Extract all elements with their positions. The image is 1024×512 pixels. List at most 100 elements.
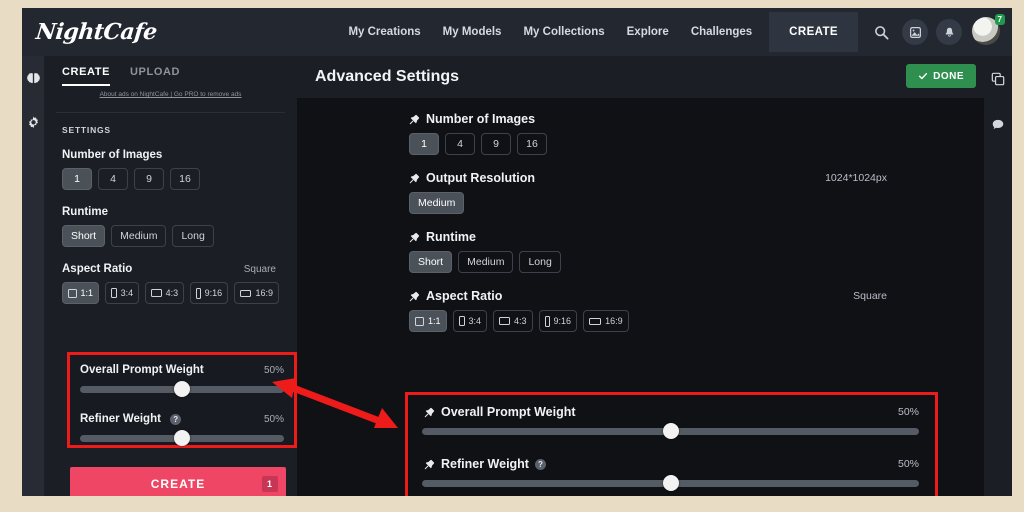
pin-icon[interactable] — [422, 459, 436, 470]
search-icon[interactable] — [868, 19, 894, 45]
main-runtime-header: Runtime — [407, 230, 887, 244]
sidebar-overall-prompt-weight-slider[interactable] — [80, 381, 284, 397]
nightcafe-logo[interactable]: NightCafe — [35, 19, 158, 45]
main-runtime-option-medium[interactable]: Medium — [458, 251, 514, 273]
top-nav-links: My Creations My Models My Collections Ex… — [337, 8, 1012, 56]
sidebar-images-option-4[interactable]: 4 — [98, 168, 128, 190]
main-overall-prompt-weight-slider[interactable] — [422, 423, 919, 439]
tab-create[interactable]: CREATE — [62, 66, 111, 86]
main-aspect-ratio-group: Aspect Ratio Square 1:1 3:4 4:3 9:16 16:… — [407, 289, 887, 332]
check-icon — [918, 72, 928, 80]
sidebar-ar-option-3-4[interactable]: 3:4 — [105, 282, 140, 304]
sidebar-runtime-option-long[interactable]: Long — [172, 225, 214, 247]
sidebar-refiner-weight-slider[interactable] — [80, 430, 284, 446]
bell-icon[interactable] — [936, 19, 962, 45]
sidebar-refiner-weight-title: Refiner Weight — [80, 413, 161, 425]
nav-link-my-collections[interactable]: My Collections — [512, 8, 615, 56]
screenshot-root: NightCafe My Creations My Models My Coll… — [0, 0, 1024, 512]
tall-ratio-icon — [544, 315, 550, 327]
slider-thumb[interactable] — [174, 381, 190, 397]
help-icon[interactable]: ? — [534, 458, 546, 470]
sidebar-ar-label-1-1: 1:1 — [80, 288, 94, 298]
sidebar-ar-option-9-16[interactable]: 9:16 — [190, 282, 229, 304]
main-resolution-option-medium[interactable]: Medium — [409, 192, 465, 214]
sidebar-runtime-options: Short Medium Long — [62, 225, 279, 247]
main-images-option-1[interactable]: 1 — [409, 133, 439, 155]
sidebar-aspect-ratio-options: 1:1 3:4 4:3 9:16 16:9 — [62, 282, 279, 304]
page-title: Advanced Settings — [315, 68, 460, 85]
sidebar-number-of-images-group: Number of Images 1 4 9 16 — [62, 149, 279, 190]
nav-link-challenges[interactable]: Challenges — [680, 8, 763, 56]
sidebar-ar-label-9-16: 9:16 — [204, 288, 223, 298]
sidebar-runtime-option-short[interactable]: Short — [62, 225, 106, 247]
main-number-of-images-header: Number of Images — [407, 112, 887, 126]
slider-thumb[interactable] — [174, 430, 190, 446]
main-images-option-16[interactable]: 16 — [517, 133, 547, 155]
slider-thumb[interactable] — [662, 475, 679, 491]
done-button[interactable]: DONE — [906, 64, 976, 88]
sidebar-runtime-option-medium[interactable]: Medium — [111, 225, 167, 247]
main-output-resolution-group: Output Resolution 1024*1024px Medium — [407, 171, 887, 214]
settings-heading: SETTINGS — [62, 125, 111, 135]
main-images-option-4[interactable]: 4 — [445, 133, 475, 155]
sidebar-number-of-images-title: Number of Images — [62, 149, 163, 161]
main-runtime-group: Runtime Short Medium Long — [407, 230, 887, 273]
main-aspect-ratio-value: Square — [853, 290, 887, 302]
main-aspect-ratio-title: Aspect Ratio — [426, 289, 503, 303]
create-button[interactable]: CREATE 1 — [70, 467, 286, 496]
main-aspect-ratio-options: 1:1 3:4 4:3 9:16 16:9 — [409, 310, 887, 332]
sidebar-ar-label-4-3: 4:3 — [165, 288, 179, 298]
duplicate-icon[interactable] — [984, 56, 1012, 102]
image-stack-icon[interactable] — [902, 19, 928, 45]
main-ar-option-3-4[interactable]: 3:4 — [452, 310, 488, 332]
main-refiner-weight-titlewrap: Refiner Weight ? — [422, 457, 546, 471]
pin-icon[interactable] — [422, 407, 436, 418]
slider-thumb[interactable] — [662, 423, 679, 439]
main-ar-option-4-3[interactable]: 4:3 — [493, 310, 533, 332]
app-window: NightCafe My Creations My Models My Coll… — [22, 8, 1012, 496]
sidebar-ar-option-16-9[interactable]: 16:9 — [234, 282, 279, 304]
main-output-resolution-titlewrap: Output Resolution — [407, 171, 535, 185]
ads-note-link[interactable]: About ads on NightCafe | Go PRO to remov… — [56, 91, 285, 98]
avatar[interactable]: 7 — [972, 14, 1005, 47]
sidebar-images-option-9[interactable]: 9 — [134, 168, 164, 190]
sidebar-aspect-ratio-group: Aspect Ratio Square 1:1 3:4 4:3 9:16 16:… — [62, 263, 279, 304]
main-runtime-option-long[interactable]: Long — [519, 251, 561, 273]
sidebar-images-option-16[interactable]: 16 — [170, 168, 200, 190]
nav-link-explore[interactable]: Explore — [616, 8, 680, 56]
sidebar-images-option-1[interactable]: 1 — [62, 168, 92, 190]
main-images-option-9[interactable]: 9 — [481, 133, 511, 155]
wide-ratio-icon — [240, 289, 252, 297]
main-overall-prompt-weight-header: Overall Prompt Weight 50% — [422, 405, 919, 419]
tall-ratio-icon — [196, 287, 201, 299]
brain-icon[interactable] — [22, 56, 44, 100]
portrait-ratio-icon — [458, 316, 465, 326]
help-icon[interactable]: ? — [170, 414, 182, 425]
portrait-ratio-icon — [111, 288, 117, 298]
main-overall-prompt-weight-title: Overall Prompt Weight — [441, 405, 576, 419]
nav-link-my-models[interactable]: My Models — [432, 8, 513, 56]
main-refiner-weight-slider[interactable] — [422, 475, 919, 491]
main-ar-option-1-1[interactable]: 1:1 — [409, 310, 447, 332]
pin-icon[interactable] — [407, 232, 421, 243]
nav-create-button[interactable]: CREATE — [769, 12, 858, 52]
main-ar-option-9-16[interactable]: 9:16 — [538, 310, 578, 332]
done-button-label: DONE — [933, 70, 964, 82]
main-output-resolution-title: Output Resolution — [426, 171, 536, 185]
pin-icon[interactable] — [407, 291, 421, 302]
sidebar-ar-option-1-1[interactable]: 1:1 — [62, 282, 100, 304]
sidebar-weights-highlight-box: Overall Prompt Weight 50% Refiner Weight… — [67, 352, 297, 448]
sidebar-ar-option-4-3[interactable]: 4:3 — [145, 282, 185, 304]
main-refiner-weight-title: Refiner Weight — [441, 457, 529, 471]
main-runtime-option-short[interactable]: Short — [409, 251, 453, 273]
square-ratio-icon — [68, 288, 77, 298]
main-ar-option-16-9[interactable]: 16:9 — [583, 310, 629, 332]
pin-icon[interactable] — [407, 114, 421, 125]
tab-upload[interactable]: UPLOAD — [130, 66, 180, 86]
sidebar-refiner-weight-header: Refiner Weight ? 50% — [80, 413, 284, 425]
main-number-of-images-group: Number of Images 1 4 9 16 — [407, 112, 887, 155]
pin-icon[interactable] — [407, 173, 421, 184]
sidebar-settings: SETTINGS Number of Images 1 4 9 16 Runti… — [44, 113, 297, 304]
gear-icon[interactable] — [22, 100, 44, 144]
nav-link-my-creations[interactable]: My Creations — [337, 8, 431, 56]
